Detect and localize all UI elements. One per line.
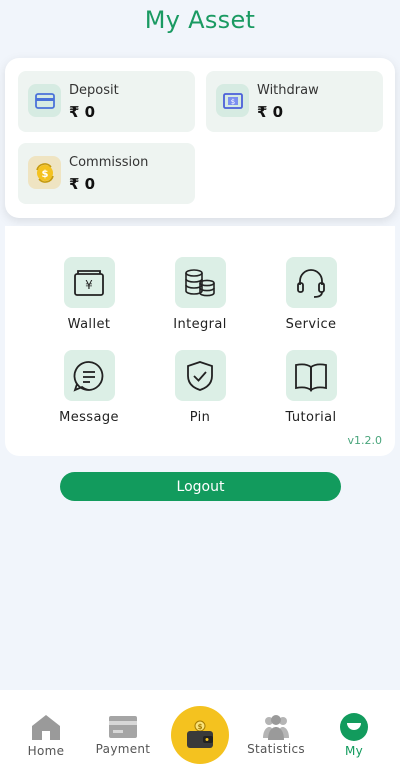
banknote-icon: $ — [216, 84, 249, 117]
withdraw-amount: ₹ 0 — [257, 103, 284, 121]
logout-button[interactable]: Logout — [60, 472, 341, 501]
wallet-action-button[interactable]: $ — [171, 706, 229, 764]
asset-summary-card: Deposit ₹ 0 $ Withdraw ₹ 0 $ Commission … — [5, 58, 395, 218]
version-label: v1.2.0 — [347, 434, 383, 447]
open-book-icon — [285, 350, 337, 401]
pin-menu-item[interactable]: Pin — [150, 350, 250, 425]
message-label: Message — [59, 410, 119, 425]
chat-bubble-icon — [63, 350, 115, 401]
menu-card: ¥ Wallet Integral Service Message Pin Tu… — [5, 226, 395, 456]
page-title: My Asset — [144, 6, 256, 34]
tab-statistics[interactable]: Statistics — [241, 690, 311, 771]
service-label: Service — [285, 317, 337, 332]
smile-icon — [340, 713, 368, 741]
withdraw-tile[interactable]: $ Withdraw ₹ 0 — [206, 71, 383, 132]
tab-payment[interactable]: Payment — [88, 690, 158, 771]
service-menu-item[interactable]: Service — [261, 257, 361, 332]
commission-tile[interactable]: $ Commission ₹ 0 — [18, 143, 195, 204]
tab-my-label: My — [344, 744, 364, 758]
wallet-label: Wallet — [67, 317, 111, 332]
commission-amount: ₹ 0 — [69, 175, 96, 193]
withdraw-label: Withdraw — [257, 83, 319, 98]
integral-label: Integral — [173, 317, 227, 332]
svg-text:$: $ — [41, 169, 48, 180]
home-icon — [32, 715, 60, 740]
message-menu-item[interactable]: Message — [39, 350, 139, 425]
svg-text:¥: ¥ — [85, 278, 93, 292]
coin-stack-icon — [174, 257, 226, 308]
coin-exchange-icon: $ — [28, 156, 61, 189]
headset-icon — [285, 257, 337, 308]
tab-home-label: Home — [27, 744, 65, 758]
svg-text:$: $ — [198, 723, 203, 731]
deposit-tile[interactable]: Deposit ₹ 0 — [18, 71, 195, 132]
tutorial-label: Tutorial — [285, 410, 337, 425]
wallet-icon: ¥ — [63, 257, 115, 308]
wallet-menu-item[interactable]: ¥ Wallet — [39, 257, 139, 332]
group-icon — [263, 715, 289, 740]
tab-my[interactable]: My — [319, 690, 389, 771]
svg-text:$: $ — [230, 98, 234, 106]
tab-statistics-label: Statistics — [247, 742, 305, 756]
deposit-amount: ₹ 0 — [69, 103, 96, 121]
tutorial-menu-item[interactable]: Tutorial — [261, 350, 361, 425]
integral-menu-item[interactable]: Integral — [150, 257, 250, 332]
deposit-label: Deposit — [69, 83, 119, 98]
commission-label: Commission — [69, 155, 149, 170]
pin-label: Pin — [189, 410, 211, 425]
tab-home[interactable]: Home — [11, 690, 81, 771]
shield-check-icon — [174, 350, 226, 401]
wallet-coins-icon: $ — [187, 720, 213, 748]
card-icon — [28, 84, 61, 117]
payment-card-icon — [109, 716, 137, 738]
tab-payment-label: Payment — [95, 742, 151, 756]
